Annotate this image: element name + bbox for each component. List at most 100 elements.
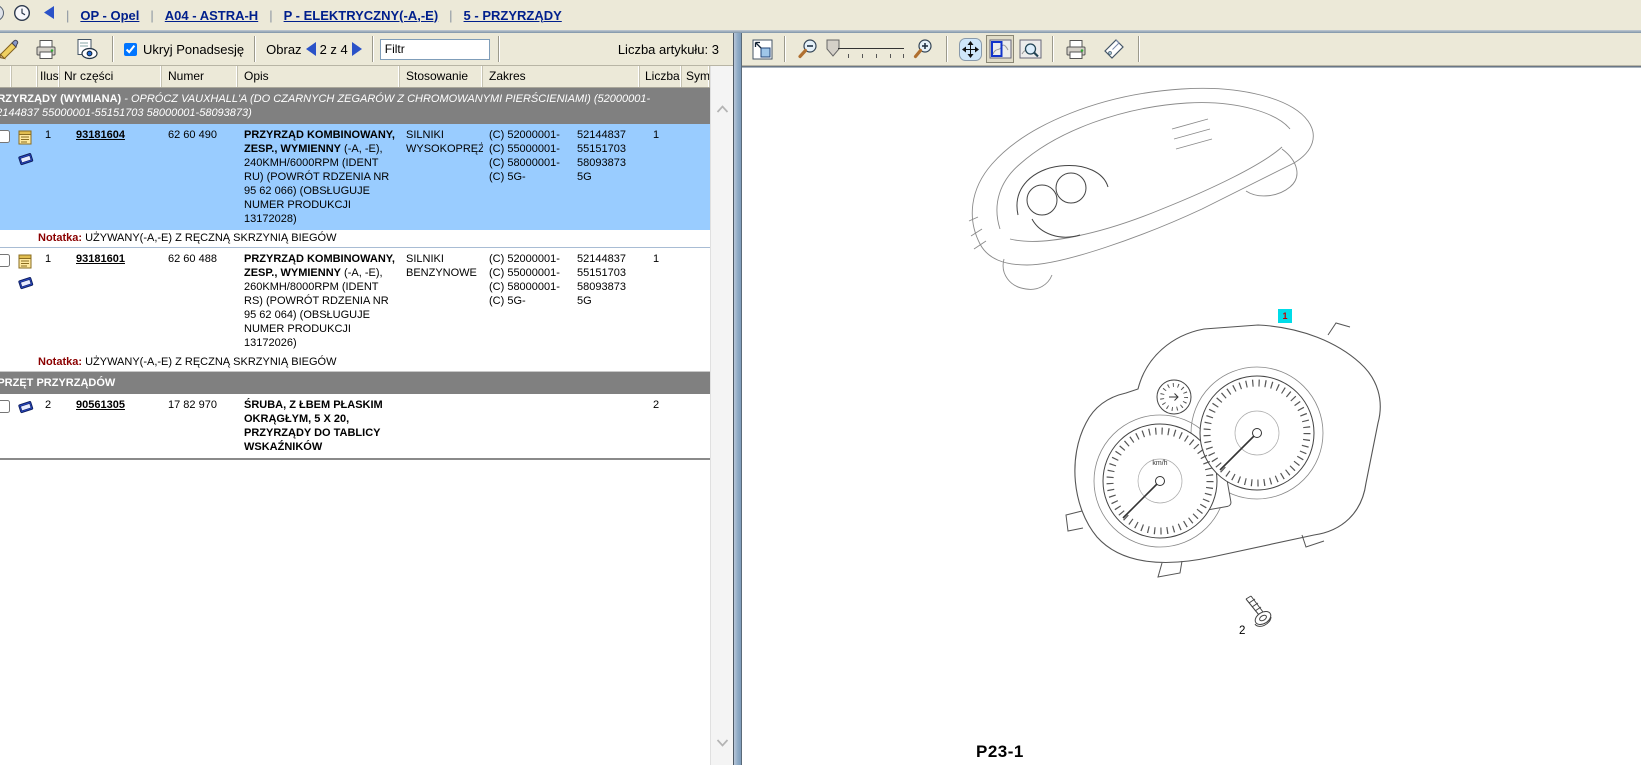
breadcrumb-item-elektryczny[interactable]: P - ELEKTRYCZNY(-A,-E) [284, 8, 439, 23]
zoom-region-icon [1018, 37, 1043, 61]
screw-drawing [1246, 596, 1273, 627]
next-image-button[interactable] [352, 42, 362, 56]
group2-title: SPRZĘT PRZYRZĄDÓW [0, 376, 704, 390]
zoom-region-button[interactable] [1016, 35, 1044, 63]
instrument-cluster-drawing: km/h [1066, 323, 1380, 577]
range-from: (C) 5G- [489, 170, 573, 184]
header-numer[interactable]: Numer [162, 66, 238, 87]
filter-input[interactable] [380, 39, 490, 60]
header-ilustr[interactable]: Ilustr [38, 66, 60, 87]
panel-splitter[interactable] [733, 33, 742, 765]
header-nr-czesci[interactable]: Nr części [60, 66, 162, 87]
header-liczba[interactable]: Liczba [640, 66, 682, 87]
illustration-toolbar [742, 33, 1641, 66]
toolbar-separator [1138, 36, 1140, 62]
group-header-przyrzady: PRZYRZĄDY (WYMIANA) - OPRÓCZ VAUXHALL'A … [0, 88, 710, 124]
note-row: Notatka: UŻYWANY(-A,-E) Z RĘCZNĄ SKRZYNI… [0, 354, 710, 372]
notes-icon[interactable] [18, 253, 33, 273]
scroll-up-icon[interactable] [716, 100, 729, 118]
row-checkbox[interactable] [0, 254, 10, 267]
print-icon [34, 38, 58, 60]
pan-button[interactable] [956, 35, 984, 63]
book-icon[interactable] [18, 275, 34, 294]
print-button[interactable] [32, 35, 60, 63]
print-illustration-button[interactable] [1062, 35, 1090, 63]
range-to: 5G [577, 170, 637, 184]
table-scrollbar[interactable] [710, 66, 733, 765]
breadcrumb-item-astra[interactable]: A04 - ASTRA-H [165, 8, 258, 23]
previous-image-button[interactable] [306, 42, 316, 56]
technical-drawing: km/h 2 [742, 67, 1641, 765]
group1-subtitle-line2: 52144837 55000001-55151703 58000001-5809… [0, 106, 704, 120]
description-bold: ŚRUBA, Z ŁBEM PŁASKIM OKRĄGŁYM, 5 X 20, … [244, 399, 383, 453]
toolbar-separator [112, 36, 114, 62]
table-row[interactable]: 1 93181601 62 60 488 PRZYRZĄD KOMBINOWAN… [0, 248, 710, 354]
range-from: (C) 58000001- [489, 280, 573, 294]
illustration-canvas[interactable]: km/h 2 1 [742, 66, 1641, 765]
toolbar-separator [372, 36, 374, 62]
breadcrumb-item-opel[interactable]: OP - Opel [80, 8, 139, 23]
toolbar-separator [498, 36, 500, 62]
catalog-number: 17 82 970 [162, 394, 238, 458]
book-icon[interactable] [18, 151, 34, 170]
zoom-in-icon [912, 37, 936, 61]
usage-value: SILNIKI BENZYNOWE [400, 248, 483, 354]
table-row[interactable]: 1 93181604 62 60 490 PRZYRZĄD KOMBINOWAN… [0, 124, 710, 230]
quantity-value: 2 [640, 394, 682, 458]
breadcrumb-separator: | [266, 8, 275, 23]
pencil-icon [0, 38, 19, 60]
screw-callout-label: 2 [1239, 625, 1245, 637]
parts-table: Ilustr Nr części Numer Opis Stosowanie Z… [0, 66, 733, 765]
usage-value: SILNIKI WYSOKOPRĘŻNE [400, 124, 483, 230]
fit-page-button[interactable] [748, 35, 776, 63]
cluster-in-dashboard [1017, 165, 1108, 237]
zoom-out-icon [796, 37, 820, 61]
breadcrumb-separator: | [63, 8, 72, 23]
hide-supersession-checkbox[interactable] [124, 43, 137, 56]
zoom-in-button[interactable] [910, 35, 938, 63]
range-from: (C) 5G- [489, 294, 573, 308]
part-number-link[interactable]: 90561305 [76, 399, 125, 411]
range-from: (C) 55000001- [489, 266, 573, 280]
scroll-down-icon[interactable] [716, 734, 729, 752]
range-to: 55151703 [577, 266, 637, 280]
table-row[interactable]: 2 90561305 17 82 970 ŚRUBA, Z ŁBEM PŁASK… [0, 394, 710, 460]
header-stosowanie[interactable]: Stosowanie [400, 66, 483, 87]
breadcrumb-separator: | [446, 8, 455, 23]
breadcrumb-item-przyrzady[interactable]: 5 - PRZYRZĄDY [464, 8, 562, 23]
part-number-link[interactable]: 93181601 [76, 253, 125, 265]
print-preview-icon [74, 38, 99, 60]
fit-page-icon [751, 38, 774, 61]
range-to: 5G [577, 294, 637, 308]
print-preview-button[interactable] [72, 35, 100, 63]
range-from: (C) 55000001- [489, 142, 573, 156]
back-icon[interactable] [43, 5, 55, 25]
range-to: 52144837 [577, 252, 637, 266]
tag-button[interactable] [1100, 35, 1128, 63]
zoom-out-button[interactable] [794, 35, 822, 63]
range-to: 55151703 [577, 142, 637, 156]
parts-list-panel: Ukryj Ponadsesję Obraz 2 z 4 Liczba arty… [0, 33, 733, 765]
header-sym[interactable]: Sym [682, 66, 710, 87]
zoom-slider[interactable] [826, 36, 906, 62]
left-toolbar: Ukryj Ponadsesję Obraz 2 z 4 Liczba arty… [0, 33, 733, 66]
cut-off-icon [0, 4, 5, 27]
quantity-value: 1 [640, 124, 682, 230]
row-checkbox[interactable] [0, 130, 10, 143]
speedometer-unit-label: km/h [1152, 460, 1167, 467]
breadcrumb-separator: | [147, 8, 156, 23]
slider-tick [848, 54, 849, 58]
group-header-sprzet: SPRZĘT PRZYRZĄDÓW [0, 372, 710, 394]
header-zakres[interactable]: Zakres [483, 66, 640, 87]
edit-pencil-button[interactable] [0, 35, 22, 63]
clock-icon[interactable] [13, 4, 31, 27]
part-number-link[interactable]: 93181604 [76, 129, 125, 141]
note-label: Notatka: [38, 232, 82, 244]
book-icon[interactable] [18, 399, 34, 418]
tag-icon [1102, 37, 1126, 61]
thumbnail-select-button[interactable] [986, 35, 1014, 63]
notes-icon[interactable] [18, 129, 33, 149]
row-checkbox[interactable] [0, 400, 10, 413]
cluster-callout-badge[interactable]: 1 [1278, 309, 1292, 323]
header-opis[interactable]: Opis [238, 66, 400, 87]
